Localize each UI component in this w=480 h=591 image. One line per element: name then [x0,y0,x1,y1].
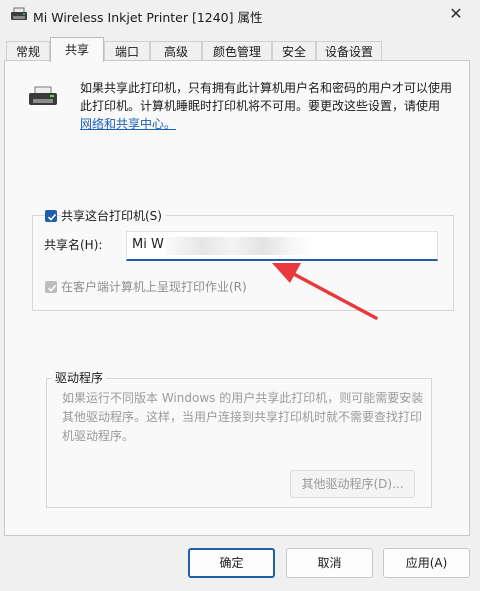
redacted-blur [165,237,315,255]
sharing-info-body: 如果共享此打印机，只有拥有此计算机用户名和密码的用户才可以使用此打印机。计算机睡… [80,81,453,113]
tab-sharing[interactable]: 共享 [50,37,104,62]
close-icon[interactable]: ✕ [446,4,466,24]
network-sharing-center-link[interactable]: 网络和共享中心。 [80,117,176,131]
cancel-button[interactable]: 取消 [286,548,373,578]
drivers-group-title: 驱动程序 [52,369,107,386]
share-group-box [32,215,454,311]
share-name-value: Mi W [132,237,164,252]
tab-advanced[interactable]: 高级 [150,41,202,61]
printer-icon [11,7,27,20]
apply-button[interactable]: 应用(A) [383,548,470,578]
render-client-checkbox[interactable] [45,281,57,293]
sharing-info-text: 如果共享此打印机，只有拥有此计算机用户名和密码的用户才可以使用此打印机。计算机睡… [80,79,452,133]
drivers-description: 如果运行不同版本 Windows 的用户共享此打印机，则可能需要安装其他驱动程序… [62,391,424,443]
tab-device-settings[interactable]: 设备设置 [316,41,382,61]
window-title: Mi Wireless Inkjet Printer [1240] 属性 [33,10,263,25]
share-name-input[interactable]: Mi W [126,231,438,261]
printer-icon [29,86,57,105]
checkmark-icon [47,284,57,292]
share-name-label: 共享名(H): [44,238,103,252]
tab-security[interactable]: 安全 [272,41,316,61]
share-printer-checkbox[interactable] [45,210,57,222]
checkmark-icon [47,213,57,221]
title-bar: Mi Wireless Inkjet Printer [1240] 属性 ✕ [0,0,480,30]
tab-general[interactable]: 常规 [6,41,50,61]
tab-color-management[interactable]: 颜色管理 [202,41,272,61]
other-drivers-button[interactable]: 其他驱动程序(D)... [290,470,415,498]
share-printer-label[interactable]: 共享这台打印机(S) [61,207,166,224]
ok-button[interactable]: 确定 [188,548,275,578]
render-client-label[interactable]: 在客户端计算机上呈现打印作业(R) [61,278,247,295]
tab-ports[interactable]: 端口 [104,41,150,61]
tab-strip: 常规 共享 端口 高级 颜色管理 安全 设备设置 [0,37,480,62]
